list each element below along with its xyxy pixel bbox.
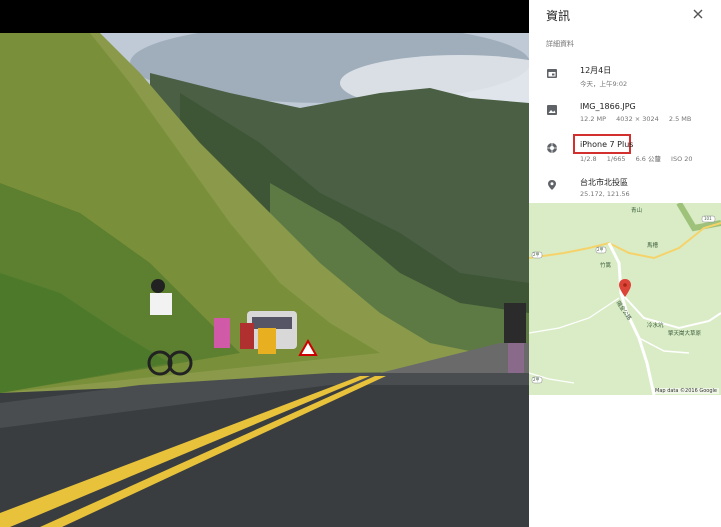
map-roads <box>529 203 721 395</box>
file-details: 12.2 MP 4032 × 3024 2.5 MB <box>580 115 699 123</box>
map-label: 冷水坑 <box>647 323 664 329</box>
map-label: 青山 <box>631 208 643 214</box>
date-subtext: 今天，上午9:02 <box>580 80 628 88</box>
file-name: IMG_1866.JPG <box>580 102 636 111</box>
close-button[interactable] <box>689 5 707 23</box>
map-shield: 2甲 <box>597 247 604 252</box>
photo <box>0 33 529 527</box>
panel-title: 資訊 <box>546 9 571 23</box>
photo-viewer <box>0 0 529 527</box>
camera-aperture: 1/2.8 <box>580 155 597 163</box>
map-shield: 2甲 <box>533 252 540 257</box>
file-size: 2.5 MB <box>668 115 692 123</box>
close-icon <box>693 9 703 19</box>
file-megapixels: 12.2 MP <box>580 115 607 123</box>
map-label: 竹篙 <box>600 263 612 269</box>
map-shield: 2甲 <box>533 377 540 382</box>
aperture-icon <box>547 143 557 153</box>
section-label: 詳細資料 <box>546 40 574 48</box>
camera-model: iPhone 7 Plus <box>580 140 634 149</box>
map-label: 擎天崗大草原 <box>668 331 702 337</box>
date-text: 12月4日 <box>580 66 612 75</box>
file-dimensions: 4032 × 3024 <box>616 115 659 123</box>
map-credit: Map data ©2016 Google <box>653 388 719 394</box>
image-icon <box>547 105 557 115</box>
location-map[interactable]: 2甲 101 2甲 2甲 青山 馬槽 竹篙 陽金公路 擎天崗大草原 冷水坑 Ma… <box>529 203 721 395</box>
map-label: 馬槽 <box>647 243 659 249</box>
camera-focal-length: 6.6 公釐 <box>635 155 661 163</box>
location-pin-icon <box>548 180 556 190</box>
camera-iso: ISO 20 <box>671 155 693 163</box>
camera-settings: 1/2.8 1/665 6.6 公釐 ISO 20 <box>580 153 701 163</box>
location-coords: 25.172, 121.56 <box>580 190 630 198</box>
location-name: 台北市北投區 <box>580 178 628 187</box>
calendar-icon <box>547 69 557 78</box>
camera-shutter: 1/665 <box>606 155 626 163</box>
map-shield: 101 <box>704 216 712 221</box>
